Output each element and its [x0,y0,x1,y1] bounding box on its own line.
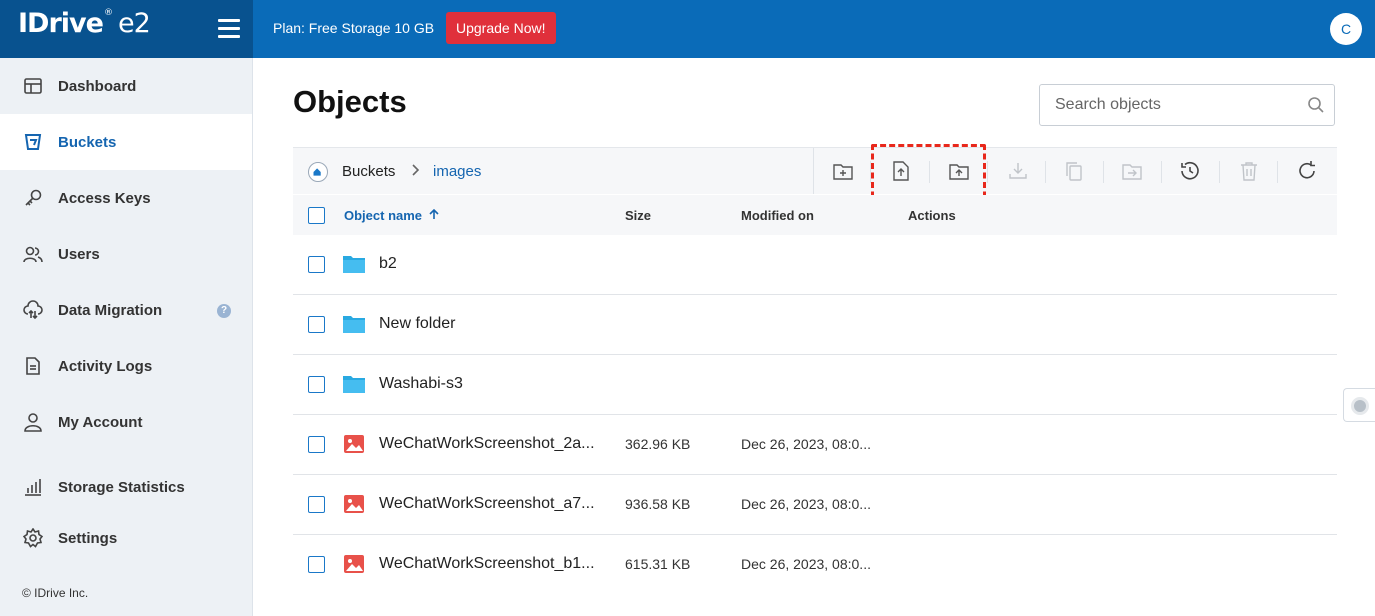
folder-icon [343,376,365,393]
image-file-icon [344,495,364,513]
table-row[interactable]: WeChatWorkScreenshot_2a... 362.96 KB Dec… [293,415,1337,475]
key-icon [22,187,44,209]
row-checkbox[interactable] [308,436,325,453]
object-size: 362.96 KB [625,436,691,452]
image-file-icon [344,435,364,453]
breadcrumb-toolbar: Buckets images [293,147,1337,194]
create-folder-icon[interactable] [830,158,856,184]
table-header: Object name Size Modified on Actions [293,195,1337,235]
refresh-icon[interactable] [1294,158,1320,184]
row-checkbox[interactable] [308,256,325,273]
row-checkbox[interactable] [308,556,325,573]
document-icon [22,355,44,377]
sidebar-item-settings[interactable]: Settings [0,510,252,566]
object-name[interactable]: WeChatWorkScreenshot_2a... [379,435,595,453]
table-row[interactable]: WeChatWorkScreenshot_b1... 615.31 KB Dec… [293,535,1337,595]
plan-text: Plan: Free Storage 10 GB [273,20,435,36]
page-title: Objects [293,84,407,119]
object-name[interactable]: New folder [379,315,455,333]
search-icon[interactable] [1307,96,1325,114]
search-box [1039,84,1335,126]
object-modified: Dec 26, 2023, 08:0... [741,496,871,512]
upload-file-icon[interactable] [888,158,914,184]
row-checkbox[interactable] [308,316,325,333]
object-size: 615.31 KB [625,556,691,572]
sidebar-item-label: Buckets [58,133,117,151]
folder-icon [343,316,365,333]
chevron-right-icon [412,164,420,176]
sort-ascending-icon [429,208,439,219]
sidebar-item-label: Storage Statistics [58,478,185,496]
sidebar-item-dashboard[interactable]: Dashboard [0,58,252,114]
home-icon[interactable] [308,162,328,182]
column-object-name[interactable]: Object name [344,208,439,223]
object-modified: Dec 26, 2023, 08:0... [741,436,871,452]
bucket-icon [22,131,44,153]
object-name[interactable]: b2 [379,255,397,273]
sidebar-item-storage-statistics[interactable]: Storage Statistics [0,459,252,515]
dashboard-icon [22,75,44,97]
breadcrumb-images[interactable]: images [433,163,481,180]
sidebar-item-label: Users [58,245,100,263]
table-row[interactable]: New folder [293,295,1337,355]
table-row[interactable]: WeChatWorkScreenshot_a7... 936.58 KB Dec… [293,475,1337,535]
object-name[interactable]: Washabi-s3 [379,375,463,393]
table-row[interactable]: Washabi-s3 [293,355,1337,415]
object-name[interactable]: WeChatWorkScreenshot_b1... [379,555,595,573]
bar-chart-icon [22,476,44,498]
column-size[interactable]: Size [625,208,651,223]
users-icon [22,243,44,265]
breadcrumb-buckets[interactable]: Buckets [342,163,395,180]
object-size: 936.58 KB [625,496,691,512]
sidebar-item-label: Settings [58,529,118,547]
support-widget[interactable] [1343,388,1375,422]
upload-folder-icon[interactable] [946,158,972,184]
idrive-e2-logo[interactable]: IDrive® e2 [18,8,151,39]
sidebar: Dashboard Buckets Access Keys Users Data… [0,58,253,616]
delete-icon[interactable] [1236,158,1262,184]
folder-icon [343,256,365,273]
sidebar-item-label: My Account [58,413,143,431]
support-widget-icon [1351,397,1369,415]
sidebar-item-users[interactable]: Users [0,226,252,282]
sidebar-item-label: Data Migration [58,301,163,319]
copy-icon[interactable] [1061,158,1087,184]
menu-toggle-icon[interactable] [218,19,240,39]
gear-icon [22,527,44,549]
row-checkbox[interactable] [308,496,325,513]
sidebar-item-label: Activity Logs [58,357,153,375]
sidebar-item-data-migration[interactable]: Data Migration [0,282,252,338]
toolbar-divider [813,148,814,194]
download-icon[interactable] [1005,158,1031,184]
object-modified: Dec 26, 2023, 08:0... [741,556,871,572]
sidebar-item-activity-logs[interactable]: Activity Logs [0,338,252,394]
person-icon [22,411,44,433]
select-all-checkbox[interactable] [308,207,325,224]
sidebar-item-access-keys[interactable]: Access Keys [0,170,252,226]
sidebar-item-buckets[interactable]: Buckets [0,114,252,170]
column-modified-on[interactable]: Modified on [741,208,814,223]
user-avatar[interactable]: C [1330,13,1362,45]
version-history-icon[interactable] [1177,158,1203,184]
image-file-icon [344,555,364,573]
search-input[interactable] [1040,85,1300,125]
move-icon[interactable] [1119,158,1145,184]
object-name[interactable]: WeChatWorkScreenshot_a7... [379,495,595,513]
table-row[interactable]: b2 [293,235,1337,295]
sidebar-item-my-account[interactable]: My Account [0,394,252,450]
column-actions: Actions [908,208,956,223]
cloud-migration-icon [22,299,44,321]
upgrade-button[interactable]: Upgrade Now! [446,12,556,44]
copyright-text: © IDrive Inc. [22,586,89,600]
top-bar: IDrive® e2 Plan: Free Storage 10 GB Upgra… [0,0,1375,58]
help-icon[interactable]: ? [217,304,231,318]
brand-area: IDrive® e2 [0,0,253,58]
sidebar-item-label: Dashboard [58,77,137,95]
sidebar-item-label: Access Keys [58,189,151,207]
row-checkbox[interactable] [308,376,325,393]
